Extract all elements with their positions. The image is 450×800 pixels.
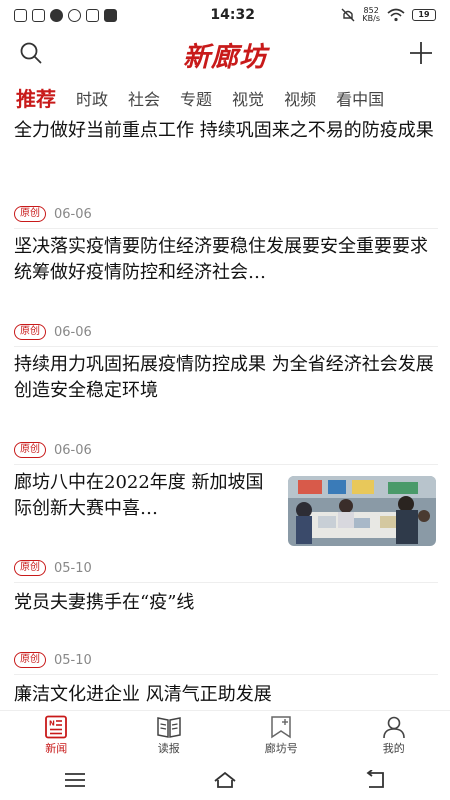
battery-icon: 19 <box>412 9 436 21</box>
bookmark-add-icon <box>271 716 291 739</box>
article-title[interactable]: 坚决落实疫情要防住经济要稳住发展要安全重要要求 统筹做好疫情防控和经济社会… <box>14 234 438 286</box>
divider <box>14 582 438 583</box>
nav-langfang-account-label: 廊坊号 <box>264 742 298 755</box>
original-badge: 原创 <box>14 206 46 222</box>
article-title[interactable]: 全力做好当前重点工作 持续巩固来之不易的防疫成果 <box>14 118 438 144</box>
app-logo: 新廊坊 <box>183 42 267 73</box>
article-date: 06-06 <box>54 442 92 458</box>
nav-langfang-account[interactable]: 廊坊号 <box>225 711 338 760</box>
tab-politics[interactable]: 时政 <box>76 86 108 114</box>
network-speed-unit: KB/s <box>362 14 380 23</box>
tab-special[interactable]: 专题 <box>180 86 212 114</box>
wifi-icon <box>387 8 405 22</box>
article-date: 06-06 <box>54 206 92 222</box>
article-meta: 原创 06-06 <box>14 442 92 458</box>
original-badge: 原创 <box>14 560 46 576</box>
nav-mine-label: 我的 <box>382 742 405 755</box>
article-meta: 原创 06-06 <box>14 324 92 340</box>
bottom-navigation: N 新闻 读报 廊坊号 我的 <box>0 710 450 760</box>
category-tabs: 推荐 时政 社会 专题 视觉 视频 看中国 <box>0 80 450 114</box>
article-title[interactable]: 廉洁文化进企业 风清气正助发展 <box>14 682 438 708</box>
article-date: 06-06 <box>54 324 92 340</box>
tab-video[interactable]: 视频 <box>284 86 316 114</box>
user-icon <box>382 716 405 739</box>
article-title[interactable]: 持续用力巩固拓展疫情防控成果 为全省经济社会发展创造安全稳定环境 <box>14 352 438 404</box>
notification-icons <box>14 8 164 22</box>
newspaper-icon <box>157 717 181 738</box>
app-icon <box>50 8 63 22</box>
nav-news-label: 新闻 <box>45 742 68 755</box>
original-badge: 原创 <box>14 442 46 458</box>
image-icon <box>32 8 45 22</box>
article-date: 05-10 <box>54 652 92 668</box>
divider <box>14 346 438 347</box>
svg-text:N: N <box>49 720 55 728</box>
tab-see-china[interactable]: 看中国 <box>336 86 384 114</box>
divider <box>14 228 438 229</box>
nav-news[interactable]: N 新闻 <box>0 711 113 760</box>
news-icon: N <box>45 715 68 739</box>
clock: 14:32 <box>210 7 255 23</box>
article-meta: 原创 05-10 <box>14 560 92 576</box>
app-icon <box>86 8 99 22</box>
nav-read-paper-label: 读报 <box>157 742 180 755</box>
status-bar: 14:32 852 KB/s 19 <box>0 0 450 30</box>
divider <box>14 674 438 675</box>
article-title[interactable]: 党员夫妻携手在“疫”线 <box>14 590 438 616</box>
article-date: 05-10 <box>54 560 92 576</box>
menu-icon[interactable] <box>63 770 87 790</box>
original-badge: 原创 <box>14 652 46 668</box>
notification-icon <box>14 8 27 22</box>
article-meta: 原创 05-10 <box>14 652 92 668</box>
app-header: 新廊坊 <box>0 30 450 76</box>
article-meta: 原创 06-06 <box>14 206 92 222</box>
divider <box>14 464 438 465</box>
tab-visual[interactable]: 视觉 <box>232 86 264 114</box>
network-speed: 852 KB/s <box>362 7 380 23</box>
system-navigation-bar <box>0 760 450 800</box>
nav-read-paper[interactable]: 读报 <box>113 711 226 760</box>
tab-society[interactable]: 社会 <box>128 86 160 114</box>
original-badge: 原创 <box>14 324 46 340</box>
tab-recommend[interactable]: 推荐 <box>16 83 56 114</box>
app-icon <box>68 8 81 22</box>
home-icon[interactable] <box>213 770 237 790</box>
article-thumbnail[interactable] <box>288 476 436 546</box>
add-icon[interactable] <box>408 40 434 66</box>
mail-icon <box>104 8 117 22</box>
back-icon[interactable] <box>363 770 387 790</box>
mute-icon <box>341 8 355 22</box>
article-title[interactable]: 廊坊八中在2022年度 新加坡国际创新大赛中喜… <box>14 470 270 522</box>
news-feed: 全力做好当前重点工作 持续巩固来之不易的防疫成果 原创 06-06 坚决落实疫情… <box>0 114 450 710</box>
nav-mine[interactable]: 我的 <box>338 711 450 760</box>
